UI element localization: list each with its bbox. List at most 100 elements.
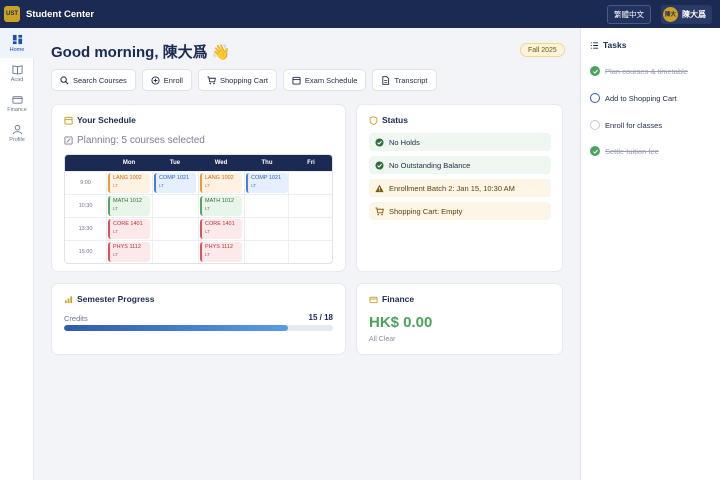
check-icon <box>590 146 600 156</box>
course-type: LT <box>251 183 256 188</box>
balance-status: All Clear <box>369 336 396 343</box>
nav-item-profile[interactable]: Profile <box>0 118 34 148</box>
warning-icon <box>375 184 384 192</box>
current-step-icon <box>590 93 600 103</box>
exam-schedule-button[interactable]: Exam Schedule <box>282 69 367 91</box>
course-code: CORE 1401 <box>113 221 143 227</box>
task-item[interactable]: Add to Shopping Cart <box>590 93 677 103</box>
task-text: Add to Shopping Cart <box>605 93 677 103</box>
status-card-title: Status <box>369 115 408 125</box>
status-text: No Holds <box>389 137 420 147</box>
quick-actions: Search Courses Enroll Shopping Cart Exam… <box>51 69 437 91</box>
search-courses-button[interactable]: Search Courses <box>51 69 136 91</box>
course-block[interactable]: CORE 1401 LT <box>108 219 150 239</box>
course-block[interactable]: COMP 1021 LT <box>246 173 288 193</box>
course-type: LT <box>205 252 210 257</box>
course-code: LANG 1002 <box>113 175 142 181</box>
schedule-card: Your Schedule Planning: 5 courses select… <box>51 104 346 272</box>
grid-line <box>288 171 289 263</box>
course-block[interactable]: MATH 1012 LT <box>108 196 150 216</box>
time-label: 15:00 <box>78 249 93 255</box>
course-code: PHYS 1112 <box>205 244 233 250</box>
day-header: Fri <box>307 160 315 166</box>
course-block[interactable]: MATH 1012 LT <box>200 196 242 216</box>
schedule-card-title: Your Schedule <box>64 115 136 125</box>
main-content: Good morning, 陳大爲 👋 Fall 2025 Search Cou… <box>34 28 580 480</box>
shopping-cart-button[interactable]: Shopping Cart <box>197 69 277 91</box>
calendar-icon <box>64 116 73 125</box>
task-item[interactable]: Settle tuition fee <box>590 146 659 156</box>
course-block[interactable]: CORE 1401 LT <box>200 219 242 239</box>
status-card: Status No Holds No Outstanding Balance E… <box>356 104 563 272</box>
time-label: 9:00 <box>80 180 91 186</box>
check-circle-icon <box>375 137 384 147</box>
user-menu[interactable]: 陳大 陳大爲 <box>661 4 712 24</box>
nav-item-finance[interactable]: Finance <box>0 88 34 118</box>
course-block[interactable]: PHYS 1112 LT <box>200 242 242 262</box>
timetable-grid: Mon Tue Wed Thu Fri 9:00 10:30 13:30 15:… <box>64 154 333 264</box>
course-block[interactable]: COMP 1021 LT <box>154 173 196 193</box>
course-code: COMP 1021 <box>159 175 190 181</box>
course-code: PHYS 1112 <box>113 244 141 250</box>
university-logo[interactable]: UST <box>4 6 20 22</box>
cart-icon <box>207 75 216 84</box>
time-label: 13:30 <box>78 226 93 232</box>
tasks-panel: Tasks Plan courses & timetable Add to Sh… <box>580 28 720 480</box>
course-block[interactable]: LANG 1002 LT <box>200 173 242 193</box>
status-balance: No Outstanding Balance <box>369 156 551 174</box>
tasks-title: Tasks <box>590 40 626 50</box>
task-text: Settle tuition fee <box>605 146 659 156</box>
grid-line <box>198 171 199 263</box>
nav-item-home[interactable]: Home <box>0 28 34 58</box>
progress-card-title: Semester Progress <box>64 294 155 304</box>
avatar: 陳大 <box>663 6 678 22</box>
shield-icon <box>369 115 378 125</box>
nav-label: Home <box>9 46 25 53</box>
nav-label: Profile <box>9 136 25 143</box>
status-text: Enrollment Batch 2: Jan 15, 10:30 AM <box>389 183 515 193</box>
action-label: Transcript <box>394 75 428 85</box>
finance-card: Finance HK$ 0.00 All Clear <box>356 283 563 355</box>
planning-summary: Planning: 5 courses selected <box>64 135 205 146</box>
course-block[interactable]: LANG 1002 LT <box>108 173 150 193</box>
action-label: Shopping Cart <box>219 75 268 85</box>
transcript-button[interactable]: Transcript <box>372 69 437 91</box>
nav-item-acad[interactable]: Acad <box>0 58 34 88</box>
course-type: LT <box>205 206 210 211</box>
course-code: MATH 1012 <box>113 198 142 204</box>
list-icon <box>590 41 599 49</box>
action-label: Search Courses <box>73 75 127 85</box>
course-type: LT <box>159 183 164 188</box>
book-icon <box>11 64 23 75</box>
course-type: LT <box>113 183 118 188</box>
credits-progress-fill <box>64 325 289 331</box>
task-item[interactable]: Plan courses & timetable <box>590 66 688 76</box>
course-code: CORE 1401 <box>205 221 235 227</box>
credits-progress-bar <box>64 325 333 331</box>
time-label: 10:30 <box>78 203 93 209</box>
person-icon <box>12 124 22 134</box>
language-toggle-button[interactable]: 繁體中文 <box>607 4 651 24</box>
nav-label: Finance <box>7 106 27 113</box>
bar-chart-icon <box>64 295 73 303</box>
pending-step-icon <box>590 120 600 130</box>
enroll-button[interactable]: Enroll <box>141 69 192 91</box>
pencil-icon <box>64 136 73 145</box>
greeting-heading: Good morning, 陳大爲 👋 <box>51 44 231 61</box>
task-item[interactable]: Enroll for classes <box>590 120 662 130</box>
grid-line <box>244 171 245 263</box>
course-type: LT <box>113 206 118 211</box>
action-label: Exam Schedule <box>304 75 358 85</box>
finance-card-title: Finance <box>369 294 414 304</box>
course-type: LT <box>113 252 118 257</box>
task-text: Plan courses & timetable <box>605 66 688 76</box>
day-header: Wed <box>214 160 228 166</box>
course-code: MATH 1012 <box>205 198 234 204</box>
course-block[interactable]: PHYS 1112 LT <box>108 242 150 262</box>
status-no-holds: No Holds <box>369 133 551 151</box>
day-header: Tue <box>169 160 181 166</box>
grid-line <box>106 171 107 263</box>
course-code: COMP 1021 <box>251 175 282 181</box>
credits-label: Credits <box>64 314 88 323</box>
term-badge[interactable]: Fall 2025 <box>520 43 565 57</box>
